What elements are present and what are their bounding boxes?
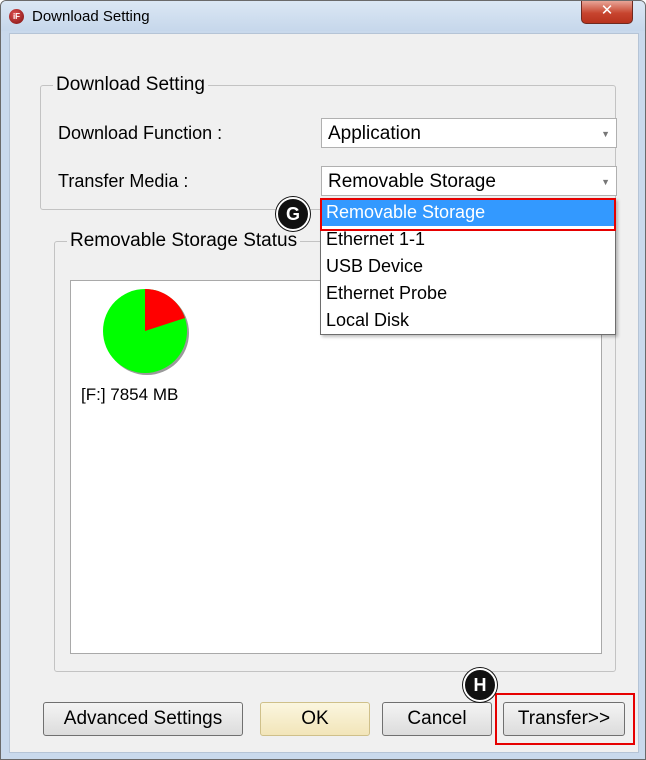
transfer-media-label: Transfer Media : (58, 171, 189, 191)
marker-h: H (463, 668, 497, 702)
marker-g: G (276, 197, 310, 231)
download-setting-legend: Download Setting (56, 74, 205, 95)
storage-usage-pie (103, 289, 189, 375)
title-bar[interactable]: iF Download Setting ✕ (1, 1, 645, 31)
dropdown-item-usb-device[interactable]: USB Device (321, 253, 615, 280)
app-icon: iF (9, 9, 24, 24)
close-button[interactable]: ✕ (581, 1, 633, 24)
dropdown-item-local-disk[interactable]: Local Disk (321, 307, 615, 334)
highlight-box-removable-storage (320, 198, 616, 231)
window-title: Download Setting (32, 8, 150, 25)
download-setting-window: iF Download Setting ✕ Download Setting D… (0, 0, 646, 760)
transfer-media-value: Removable Storage (328, 171, 496, 192)
chevron-down-icon: ▼ (601, 129, 610, 139)
storage-list[interactable]: [F:] 7854 MB (70, 280, 602, 654)
download-function-select[interactable]: Application ▼ (321, 118, 617, 148)
cancel-button[interactable]: Cancel (382, 702, 492, 736)
dialog-body: Download Setting Download Function : App… (9, 33, 639, 753)
dropdown-item-ethernet-probe[interactable]: Ethernet Probe (321, 280, 615, 307)
drive-label: [F:] 7854 MB (81, 385, 179, 404)
transfer-media-select[interactable]: Removable Storage ▼ (321, 166, 617, 196)
storage-status-legend: Removable Storage Status (70, 230, 298, 251)
download-function-value: Application (328, 123, 421, 144)
close-icon: ✕ (600, 2, 614, 19)
ok-button[interactable]: OK (260, 702, 370, 736)
advanced-settings-button[interactable]: Advanced Settings (43, 702, 243, 736)
chevron-down-icon: ▼ (601, 177, 610, 187)
download-function-label: Download Function : (58, 123, 223, 143)
highlight-box-transfer (495, 693, 635, 745)
